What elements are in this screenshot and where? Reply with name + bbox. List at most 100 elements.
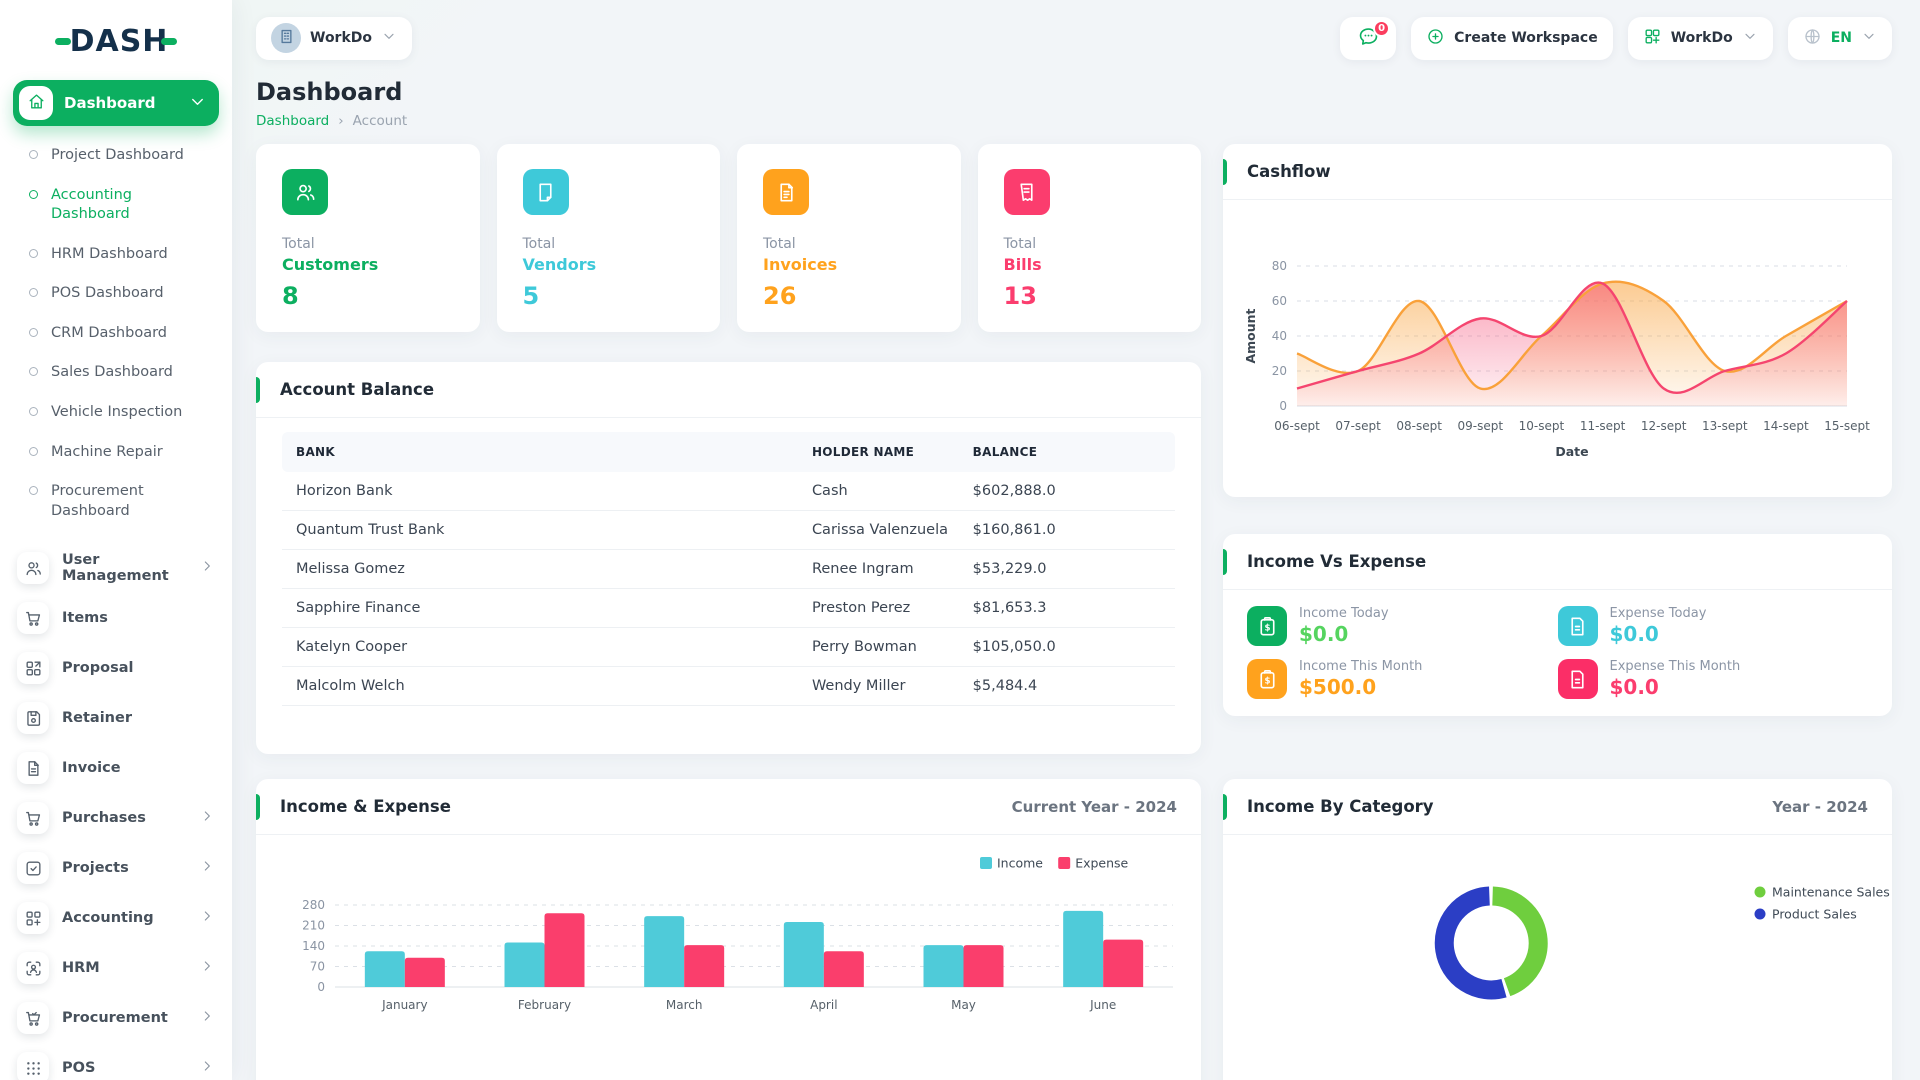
customers-icon: [282, 169, 328, 215]
table-cell: $53,229.0: [961, 550, 1175, 589]
sidebar-item-procurement[interactable]: Procurement: [13, 993, 219, 1043]
clipboard-dollar-icon: $: [1256, 668, 1279, 691]
svg-text:Expense: Expense: [1075, 856, 1128, 871]
svg-text:0: 0: [1279, 399, 1287, 413]
svg-text:$: $: [1264, 676, 1270, 686]
invoice-icon: [17, 752, 49, 784]
sidebar-item-items[interactable]: Items: [13, 593, 219, 643]
cart-icon: [17, 602, 49, 634]
bullet-icon: [29, 150, 38, 159]
plus-circle-icon: [1426, 27, 1445, 50]
sidebar-item-hrm[interactable]: HRM: [13, 943, 219, 993]
chev-right-icon: [199, 858, 215, 874]
income-vs-expense-grid: $ Income Today $0.0 Expense Today $0.0$ …: [1223, 590, 1892, 699]
svg-text:March: March: [666, 998, 703, 1012]
sidebar-item-purchases[interactable]: Purchases: [13, 793, 219, 843]
panel-header: Account Balance: [256, 362, 1201, 418]
sidebar-item-projects[interactable]: Projects: [13, 843, 219, 893]
sidebar-item-label: Items: [62, 610, 108, 626]
sidebar-item-retainer[interactable]: Retainer: [13, 693, 219, 743]
svg-text:Income: Income: [997, 856, 1043, 871]
table-row: Horizon BankCash$602,888.0: [282, 472, 1175, 511]
svg-text:13-sept: 13-sept: [1702, 419, 1748, 433]
sidebar-subitem-label: Sales Dashboard: [51, 363, 173, 383]
account-balance-panel: Account Balance BANKHOLDER NAMEBALANCE H…: [256, 362, 1201, 754]
ive-value: $0.0: [1299, 622, 1389, 646]
chevron-down-icon: [381, 28, 397, 48]
chev-right-icon: [199, 558, 215, 574]
create-workspace-button[interactable]: Create Workspace: [1411, 17, 1613, 60]
users-icon: [24, 559, 43, 578]
create-workspace-label: Create Workspace: [1454, 30, 1598, 46]
chev-down-sm-icon: [1861, 28, 1877, 44]
clipboard-dollar-icon: $: [1247, 659, 1287, 699]
invoice-icon: [24, 759, 43, 778]
sidebar-subitem-project-dashboard[interactable]: Project Dashboard: [25, 136, 219, 176]
chev-right-icon: [199, 908, 215, 924]
globe-icon: [1803, 27, 1822, 50]
sidebar-subitem-label: Accounting Dashboard: [51, 186, 201, 225]
sidebar-subitem-crm-dashboard[interactable]: CRM Dashboard: [25, 314, 219, 354]
users-icon: [17, 552, 49, 584]
bullet-icon: [29, 447, 38, 456]
sidebar-item-proposal[interactable]: Proposal: [13, 643, 219, 693]
panel-title: Income & Expense: [280, 797, 451, 816]
sidebar-subitem-pos-dashboard[interactable]: POS Dashboard: [25, 274, 219, 314]
brand-logo[interactable]: DASH: [13, 16, 219, 66]
svg-text:60: 60: [1272, 294, 1287, 308]
income-expense-chart: 070140210280JanuaryFebruaryMarchAprilMay…: [256, 835, 1201, 1080]
svg-text:06-sept: 06-sept: [1274, 419, 1320, 433]
bill-doc-icon: [1558, 606, 1598, 646]
stat-value: 13: [1004, 282, 1176, 310]
sidebar-subitem-hrm-dashboard[interactable]: HRM Dashboard: [25, 235, 219, 275]
proposal-icon: [24, 659, 43, 678]
sidebar-item-label: Purchases: [62, 810, 146, 826]
panel-period: Year - 2024: [1772, 798, 1868, 816]
table-row: Katelyn CooperPerry Bowman$105,050.0: [282, 628, 1175, 667]
table-cell: $5,484.4: [961, 667, 1175, 706]
topbar-actions: 0 Create Workspace WorkDo EN: [1340, 17, 1892, 60]
sidebar-subitem-machine-repair[interactable]: Machine Repair: [25, 433, 219, 473]
table-cell: $602,888.0: [961, 472, 1175, 511]
sidebar-sections: User Management Items Proposal Retainer …: [13, 543, 219, 1080]
sidebar-subitem-vehicle-inspection[interactable]: Vehicle Inspection: [25, 393, 219, 433]
sidebar-subitem-sales-dashboard[interactable]: Sales Dashboard: [25, 353, 219, 393]
sidebar-item-pos[interactable]: POS: [13, 1043, 219, 1080]
panel-header: Income Vs Expense: [1223, 534, 1892, 590]
dashboard-submenu: Project Dashboard Accounting Dashboard H…: [13, 136, 219, 531]
chev-down-sm-icon: [381, 28, 397, 44]
cart-icon: [24, 809, 43, 828]
sidebar-subitem-procurement-dashboard[interactable]: Procurement Dashboard: [25, 472, 219, 531]
table-cell: Carissa Valenzuela: [800, 511, 961, 550]
bullet-icon: [29, 367, 38, 376]
workspace-switcher[interactable]: WorkDo: [1628, 17, 1773, 60]
sidebar-item-dashboard[interactable]: Dashboard: [13, 80, 219, 126]
svg-text:20: 20: [1272, 364, 1287, 378]
stat-name: Invoices: [763, 255, 935, 274]
breadcrumb-dashboard[interactable]: Dashboard: [256, 113, 329, 129]
messages-badge: 0: [1373, 20, 1390, 37]
cart-icon: [24, 609, 43, 628]
clipboard-dollar-icon: $: [1256, 615, 1279, 638]
left-column: Total Customers 8 Total Vendors 5 Total …: [256, 144, 1201, 1080]
sidebar-item-accounting[interactable]: Accounting: [13, 893, 219, 943]
ive-label: Income This Month: [1299, 659, 1422, 674]
table-cell: Katelyn Cooper: [282, 628, 800, 667]
bullet-icon: [29, 190, 38, 199]
chevron-down-icon: [1861, 28, 1877, 48]
breadcrumb: Dashboard › Account: [256, 113, 1892, 129]
workspace-selector[interactable]: WorkDo: [256, 17, 412, 60]
content-columns: Total Customers 8 Total Vendors 5 Total …: [256, 144, 1892, 1080]
sidebar-item-label: Accounting: [62, 910, 154, 926]
panel-header: Cashflow: [1223, 144, 1892, 200]
projects-icon: [24, 859, 43, 878]
language-selector[interactable]: EN: [1788, 17, 1892, 60]
sidebar-item-invoice[interactable]: Invoice: [13, 743, 219, 793]
sidebar-item-user-management[interactable]: User Management: [13, 543, 219, 593]
svg-text:April: April: [810, 998, 837, 1012]
ive-item-income-today: $ Income Today $0.0: [1247, 606, 1558, 646]
table-cell: Horizon Bank: [282, 472, 800, 511]
messages-button[interactable]: 0: [1340, 17, 1396, 60]
sidebar-subitem-accounting-dashboard[interactable]: Accounting Dashboard: [25, 176, 219, 235]
globe-icon: [1803, 27, 1822, 46]
